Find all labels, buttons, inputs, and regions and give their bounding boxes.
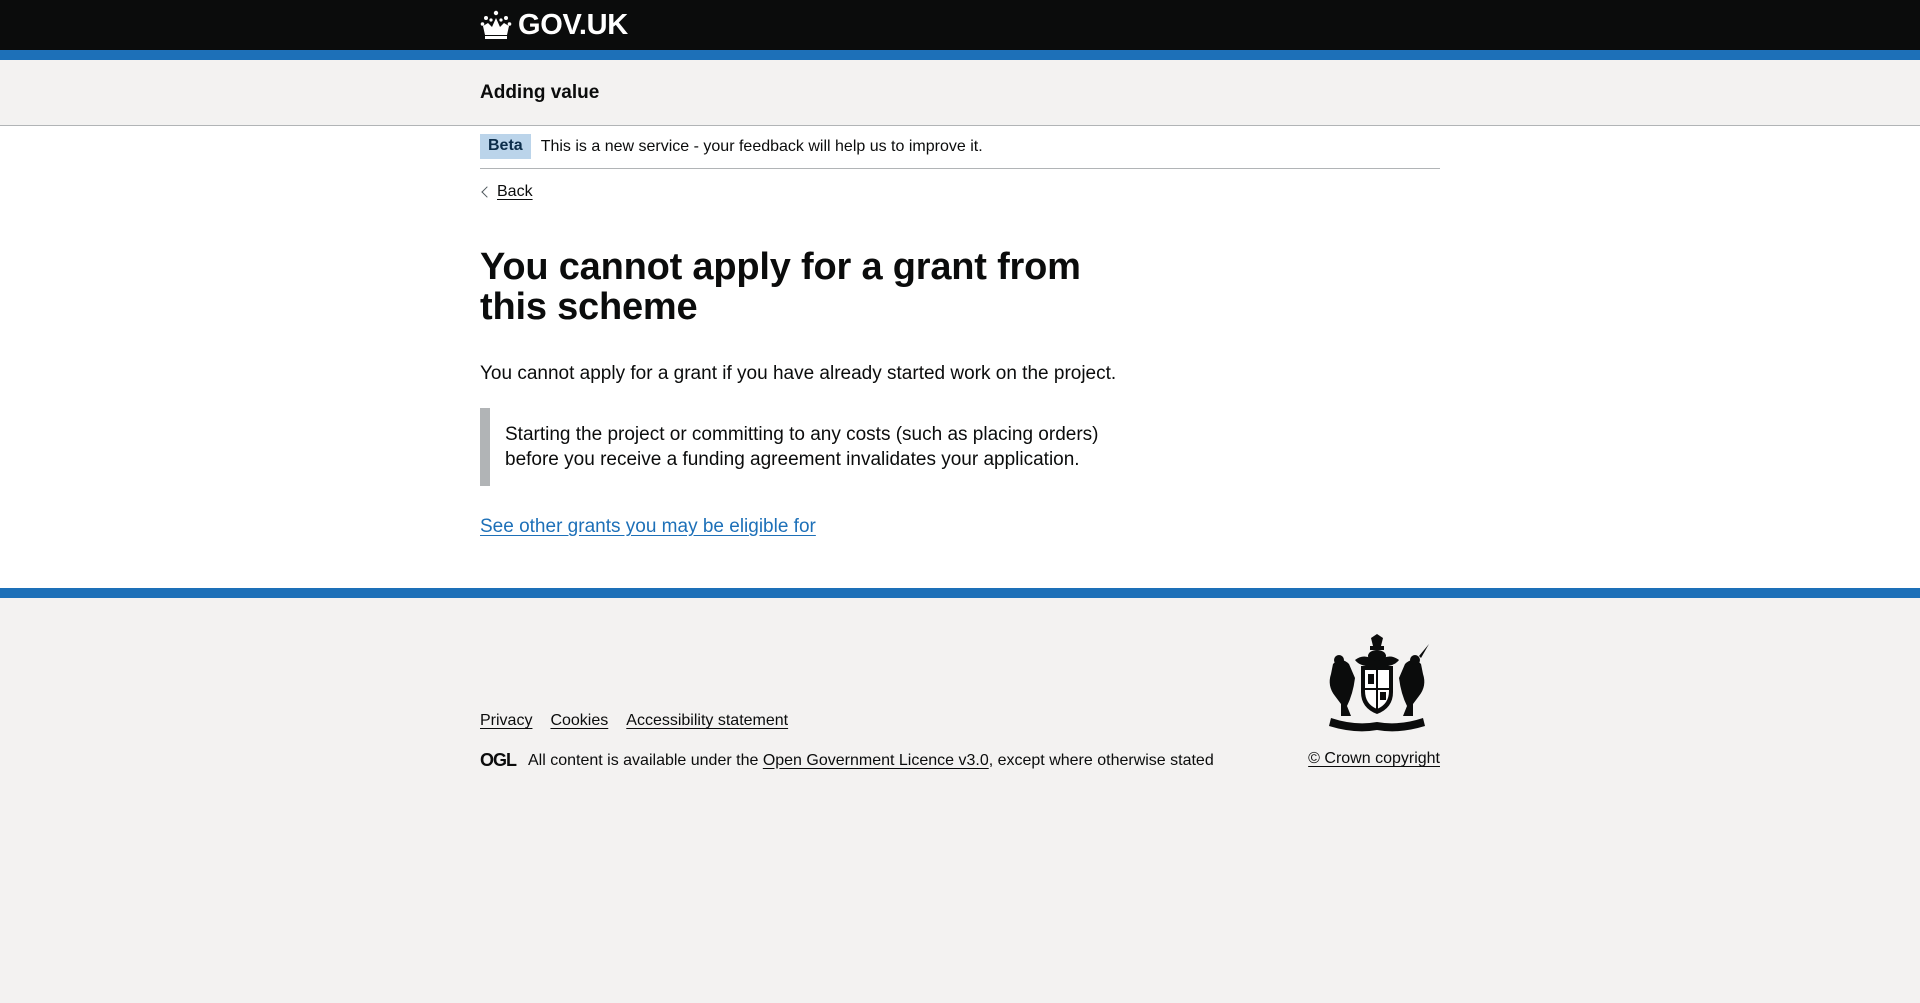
main-wrapper: Beta This is a new service - your feedba… xyxy=(0,126,1920,588)
licence-suffix: , except where otherwise stated xyxy=(988,751,1214,769)
back-link[interactable]: Back xyxy=(480,183,533,201)
service-navigation: Adding value xyxy=(0,60,1920,126)
footer-links: Privacy Cookies Accessibility statement xyxy=(480,712,788,730)
licence-link[interactable]: Open Government Licence v3.0 xyxy=(763,752,989,770)
back-link-label: Back xyxy=(497,183,533,200)
chevron-left-icon xyxy=(481,186,493,198)
royal-coat-of-arms-icon xyxy=(1315,634,1440,734)
licence-statement: OGL All content is available under the O… xyxy=(480,750,1214,771)
govuk-header: GOV.UK xyxy=(0,0,1920,60)
page-title: You cannot apply for a grant from this s… xyxy=(480,246,1081,328)
crown-icon xyxy=(480,10,512,39)
inset-text: Starting the project or committing to an… xyxy=(480,408,1105,486)
govuk-logo-link[interactable]: GOV.UK xyxy=(480,9,628,42)
footer-link-cookies[interactable]: Cookies xyxy=(550,712,608,730)
phase-banner-text: This is a new service - your feedback wi… xyxy=(540,137,983,155)
licence-prefix: All content is available under the xyxy=(528,751,763,769)
service-name[interactable]: Adding value xyxy=(480,82,599,104)
footer-link-privacy[interactable]: Privacy xyxy=(480,712,532,730)
govuk-logo-text: GOV.UK xyxy=(518,8,628,41)
phase-banner: Beta This is a new service - your feedba… xyxy=(480,126,1440,169)
other-grants-link[interactable]: See other grants you may be eligible for xyxy=(480,516,816,538)
govuk-footer: Privacy Cookies Accessibility statement … xyxy=(0,588,1920,972)
ogl-logo-icon: OGL xyxy=(480,750,517,770)
body-text: You cannot apply for a grant if you have… xyxy=(480,363,1117,384)
crown-copyright-link[interactable]: © Crown copyright xyxy=(1308,750,1440,768)
footer-link-accessibility[interactable]: Accessibility statement xyxy=(626,712,788,730)
phase-tag: Beta xyxy=(480,134,531,159)
